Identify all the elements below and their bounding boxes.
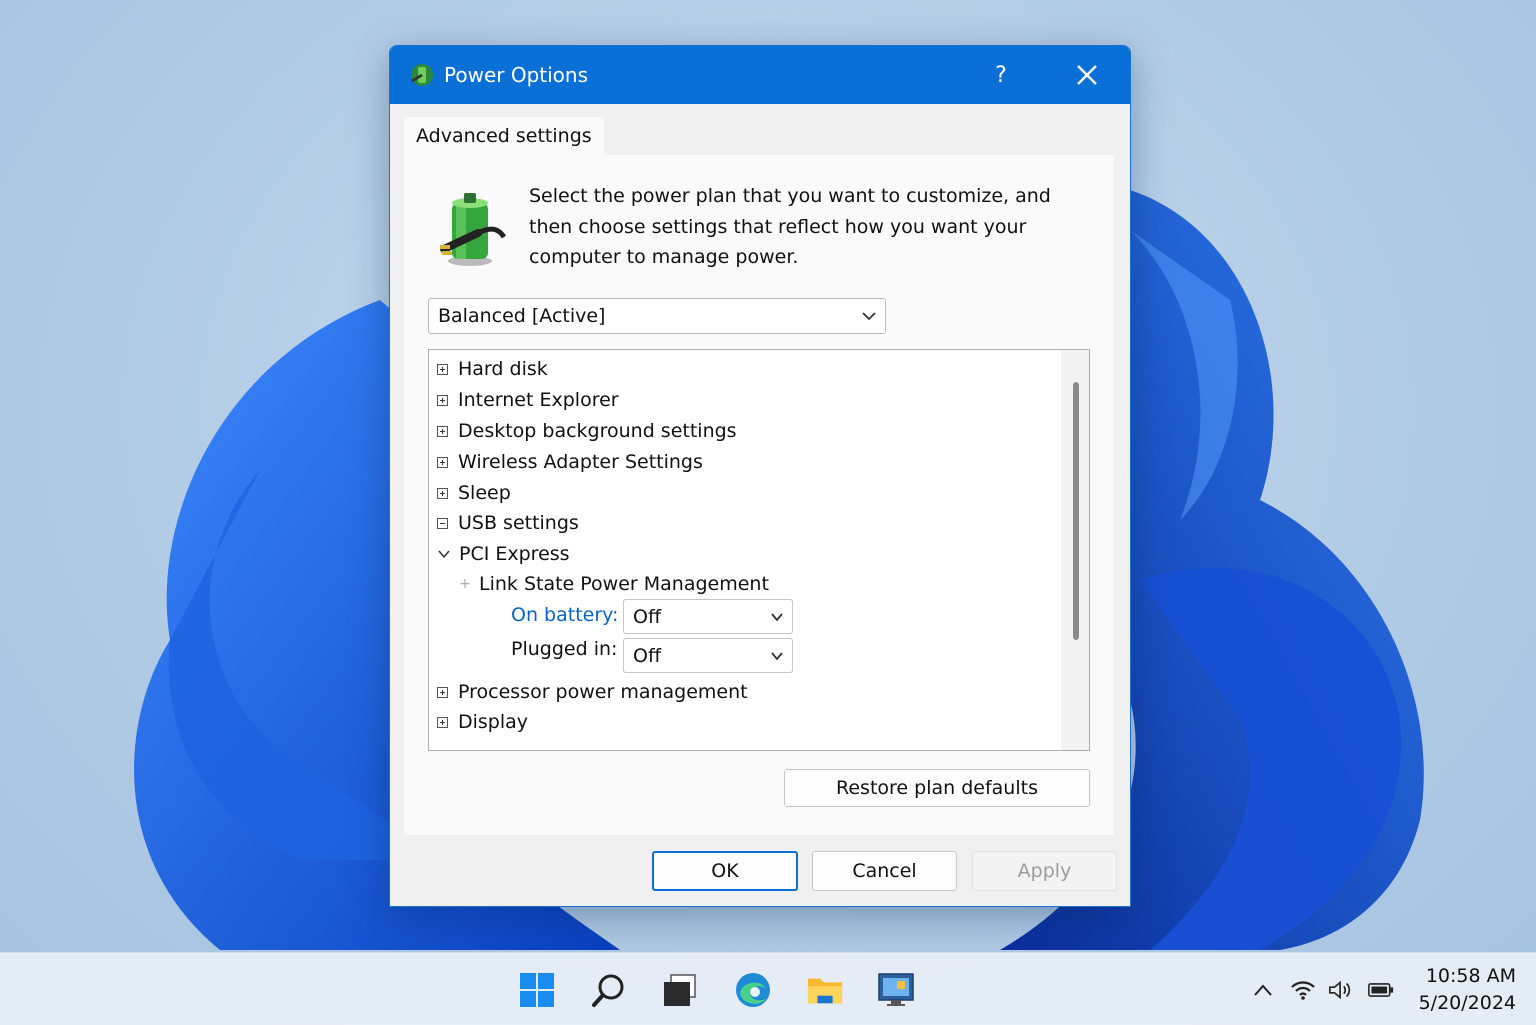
tree-item-usb-settings[interactable]: USB settings <box>437 509 579 537</box>
plugged-in-select[interactable]: Off <box>623 638 793 673</box>
tree-item-hard-disk[interactable]: Hard disk <box>437 355 548 383</box>
expand-icon[interactable] <box>437 456 448 468</box>
tree-item-processor-power[interactable]: Processor power management <box>437 678 748 706</box>
title-bar: Power Options ? <box>390 46 1130 104</box>
task-view-button[interactable] <box>660 971 698 1009</box>
edge-browser-icon <box>736 973 770 1007</box>
apply-button[interactable]: Apply <box>972 851 1117 891</box>
tree-item-label: Wireless Adapter Settings <box>458 451 703 473</box>
tree-item-desktop-background[interactable]: Desktop background settings <box>437 417 737 445</box>
search-icon <box>592 974 624 1007</box>
tree-item-label: Processor power management <box>458 681 748 703</box>
collapse-icon[interactable] <box>437 517 448 529</box>
window-title: Power Options <box>444 63 588 87</box>
control-panel-button[interactable] <box>877 971 915 1009</box>
tree-item-pci-express[interactable]: PCI Express <box>437 540 570 568</box>
search-button[interactable] <box>590 971 628 1009</box>
wifi-button[interactable] <box>1290 977 1316 1003</box>
tree-scrollbar[interactable] <box>1061 350 1089 750</box>
settings-panel: Select the power plan that you want to c… <box>404 155 1114 835</box>
volume-button[interactable] <box>1328 977 1354 1003</box>
tree-item-wireless-adapter[interactable]: Wireless Adapter Settings <box>437 448 703 476</box>
chevron-down-icon[interactable] <box>437 547 451 561</box>
file-explorer-button[interactable] <box>806 971 844 1009</box>
tree-item-label: Link State Power Management <box>479 573 769 595</box>
power-options-dialog: Power Options ? Advanced settings Select… <box>389 45 1131 907</box>
tree-item-display[interactable]: Display <box>437 708 528 736</box>
tree-item-label: PCI Express <box>459 543 570 565</box>
clock-date: 5/20/2024 <box>1418 992 1516 1014</box>
tree-item-sleep[interactable]: Sleep <box>437 479 511 507</box>
task-view-icon <box>664 974 696 1006</box>
plugged-in-label: Plugged in: <box>511 638 618 660</box>
taskbar: 10:58 AM 5/20/2024 <box>0 952 1536 1025</box>
plugged-in-value: Off <box>633 644 662 667</box>
tree-item-label: USB settings <box>458 512 579 534</box>
description-text: Select the power plan that you want to c… <box>529 185 1051 268</box>
battery-button[interactable] <box>1368 977 1394 1003</box>
on-battery-label: On battery: <box>511 604 619 626</box>
ok-button[interactable]: OK <box>652 851 798 891</box>
on-battery-value: Off <box>633 605 662 628</box>
folder-icon <box>807 978 843 1004</box>
system-clock[interactable]: 10:58 AM 5/20/2024 <box>1419 963 1516 1017</box>
close-button[interactable] <box>1068 56 1106 94</box>
expand-icon[interactable] <box>437 363 448 375</box>
chevron-down-icon <box>771 651 783 660</box>
power-plan-value: Balanced [Active] <box>438 305 606 327</box>
tree-item-label: Desktop background settings <box>458 420 737 442</box>
tree-item-label: Display <box>458 711 529 733</box>
close-icon <box>1077 65 1097 85</box>
speaker-icon <box>1329 980 1351 1000</box>
tree-item-label: Hard disk <box>458 358 548 380</box>
expand-icon[interactable] <box>437 716 448 728</box>
tree-item-internet-explorer[interactable]: Internet Explorer <box>437 386 619 414</box>
expand-icon[interactable] <box>437 686 448 698</box>
tree-item-label: Internet Explorer <box>458 389 619 411</box>
restore-plan-defaults-button[interactable]: Restore plan defaults <box>784 769 1090 807</box>
tree-branch-icon: + <box>459 576 471 592</box>
windows-logo-icon <box>520 973 554 1007</box>
chevron-up-icon <box>1254 984 1272 996</box>
power-options-app-icon <box>411 64 433 86</box>
battery-plug-icon <box>440 193 507 266</box>
tree-item-link-state[interactable]: + Link State Power Management <box>459 570 769 598</box>
expand-icon[interactable] <box>437 487 448 499</box>
start-button[interactable] <box>518 971 556 1009</box>
chevron-down-icon <box>862 312 876 321</box>
tab-advanced-settings[interactable]: Advanced settings <box>404 117 604 155</box>
power-plan-select[interactable]: Balanced [Active] <box>428 298 886 334</box>
edge-button[interactable] <box>734 971 772 1009</box>
clock-time: 10:58 AM <box>1425 965 1516 987</box>
control-panel-icon <box>878 973 914 1006</box>
settings-tree: Hard disk Internet Explorer Desktop back… <box>428 349 1090 751</box>
chevron-down-icon <box>771 612 783 621</box>
expand-icon[interactable] <box>437 425 448 437</box>
scrollbar-thumb[interactable] <box>1073 382 1079 640</box>
show-hidden-icons-button[interactable] <box>1250 977 1276 1003</box>
help-button[interactable]: ? <box>982 56 1020 94</box>
tree-item-label: Sleep <box>458 482 511 504</box>
on-battery-select[interactable]: Off <box>623 599 793 634</box>
wifi-icon <box>1291 981 1315 1000</box>
battery-icon <box>1368 983 1394 997</box>
cancel-button[interactable]: Cancel <box>812 851 957 891</box>
expand-icon[interactable] <box>437 394 448 406</box>
